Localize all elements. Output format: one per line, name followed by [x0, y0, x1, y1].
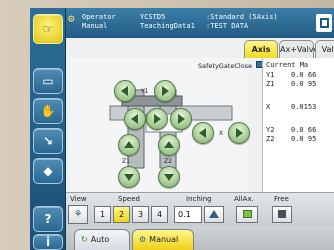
return-button[interactable]: ↘ — [33, 128, 63, 154]
speed-option-button[interactable]: 1 — [94, 206, 111, 223]
screen-switch-button[interactable]: ▭ — [33, 68, 63, 94]
triangle-up-icon — [209, 210, 219, 218]
arrow-right-icon — [178, 114, 185, 124]
jog-y2b-plus-button[interactable] — [170, 108, 192, 130]
table-row-value: 0.0 66 — [291, 71, 317, 79]
robot-view-icon: ⚘ — [73, 209, 83, 220]
jog-label-x: X — [219, 130, 224, 137]
header-data: :TEST DATA — [206, 22, 249, 30]
arrow-up-icon — [124, 141, 134, 148]
jog-panel: SafetyGateClose Y1 X Z1 Z2 — [70, 58, 264, 192]
header-user: Operator — [82, 13, 116, 21]
jog-z1-down-button[interactable] — [118, 166, 140, 188]
arrow-down-right-icon: ↘ — [42, 134, 54, 148]
floppy-icon — [319, 18, 329, 28]
jog-x-minus-button[interactable] — [192, 122, 214, 144]
auto-mode-button[interactable]: ↻ Auto — [74, 229, 130, 250]
jog-z2-up-button[interactable] — [158, 134, 180, 156]
all-axes-button[interactable] — [236, 206, 258, 223]
header-model: YCSTD5 — [140, 13, 166, 21]
tab-axis-valve[interactable]: Ax+Valve — [279, 40, 319, 58]
arrow-left-icon — [131, 114, 138, 124]
machine-frame: ☞ ▭ ✋ ↘ ◆ ? i ⚙ Operator YCSTD5 :Standar… — [0, 0, 334, 250]
question-icon: ? — [44, 212, 52, 226]
speed-option-button[interactable]: 4 — [151, 206, 168, 223]
auto-label: Auto — [90, 235, 110, 244]
view-toggle-button[interactable]: ⚘ — [68, 205, 88, 224]
control-bar: View ⚘ Speed 1 2 3 4 Inching 0.1 AllAx. … — [66, 192, 334, 226]
info-button[interactable]: i — [33, 234, 63, 250]
free-label: Free — [274, 195, 289, 203]
jog-y1-plus-button[interactable] — [154, 80, 176, 102]
manual-op-button[interactable]: ✋ — [33, 98, 63, 124]
arrow-right-icon — [154, 114, 161, 124]
table-row-axis: Z1 — [266, 80, 275, 88]
header-file: TeachingData1 — [140, 22, 195, 30]
table-row-value: 0.0 95 — [291, 80, 317, 88]
table-row-value: 0.0153 — [291, 103, 317, 111]
help-button[interactable]: ? — [33, 206, 63, 232]
green-square-icon — [242, 210, 252, 218]
arrow-right-icon — [236, 128, 243, 138]
hand-icon: ✋ — [40, 104, 56, 118]
header-mode: Manual — [82, 22, 108, 30]
tab-axis[interactable]: Axis — [244, 40, 278, 58]
free-button[interactable] — [272, 206, 292, 223]
table-row-axis: X — [266, 103, 271, 111]
table-row-value: 0.0 66 — [291, 126, 317, 134]
info-icon: i — [45, 235, 51, 249]
jog-label-z2: Z2 — [164, 158, 172, 165]
jog-y2-plus-button[interactable] — [146, 108, 168, 130]
jog-z2-down-button[interactable] — [158, 166, 180, 188]
manual-mode-button[interactable]: ⚙ Manual — [132, 229, 194, 250]
jog-y2-minus-button[interactable] — [124, 108, 146, 130]
square-icon — [278, 210, 286, 218]
mode-bar: ↻ Auto ⚙ Manual — [66, 226, 334, 250]
view-label: View — [70, 195, 87, 203]
main-menu-button[interactable]: ☞ — [33, 14, 63, 44]
arrow-left-icon — [199, 128, 206, 138]
table-row-axis: Y1 — [266, 71, 275, 79]
table-row-axis: Y2 — [266, 126, 275, 134]
arrow-down-icon — [164, 174, 174, 181]
jog-label-z1: Z1 — [122, 158, 130, 165]
header-config: :Standard (5Axis) — [206, 13, 278, 21]
table-row-axis: Z2 — [266, 135, 275, 143]
jog-z1-up-button[interactable] — [118, 134, 140, 156]
arrow-right-icon — [162, 86, 169, 96]
safety-gate-label: SafetyGateClose — [198, 62, 253, 70]
arrow-up-icon — [164, 141, 174, 148]
speed-option-button[interactable]: 2 — [113, 206, 130, 223]
inching-value-field[interactable]: 0.1 — [174, 206, 202, 223]
allax-label: AllAx. — [234, 195, 254, 203]
jog-y1-minus-button[interactable] — [114, 80, 136, 102]
table-row-value: 0.0 95 — [291, 135, 317, 143]
arrow-left-icon — [121, 86, 128, 96]
hand-pointer-icon: ☞ — [42, 22, 54, 36]
speed-label: Speed — [118, 195, 140, 203]
manual-label: Manual — [149, 235, 179, 244]
key-icon: ◆ — [43, 164, 53, 178]
speed-option-button[interactable]: 3 — [132, 206, 149, 223]
jog-label-y1: Y1 — [141, 88, 149, 95]
position-table: Current Ma Y1 0.0 66 Z1 0.0 95 X 0.0153 … — [262, 58, 334, 192]
status-header: ⚙ Operator YCSTD5 :Standard (5Axis) Manu… — [66, 8, 334, 38]
settings-button[interactable]: ◆ — [33, 158, 63, 184]
position-table-header: Current Ma — [266, 61, 309, 69]
main-area: Axis Ax+Valve Valv SafetyGateClose Y1 — [66, 38, 334, 192]
arrow-down-icon — [124, 174, 134, 181]
inching-up-button[interactable] — [204, 206, 224, 223]
jog-x-plus-button[interactable] — [228, 122, 250, 144]
save-button[interactable] — [316, 14, 332, 32]
side-toolbar: ☞ ▭ ✋ ↘ ◆ ? i — [30, 8, 66, 250]
tab-valve[interactable]: Valv — [315, 40, 334, 58]
robot-icon: ⚙ — [68, 12, 75, 25]
manual-robot-icon: ⚙ — [139, 235, 147, 244]
auto-icon: ↻ — [81, 235, 88, 244]
monitor-icon: ▭ — [42, 74, 54, 88]
inching-label: Inching — [186, 195, 212, 203]
